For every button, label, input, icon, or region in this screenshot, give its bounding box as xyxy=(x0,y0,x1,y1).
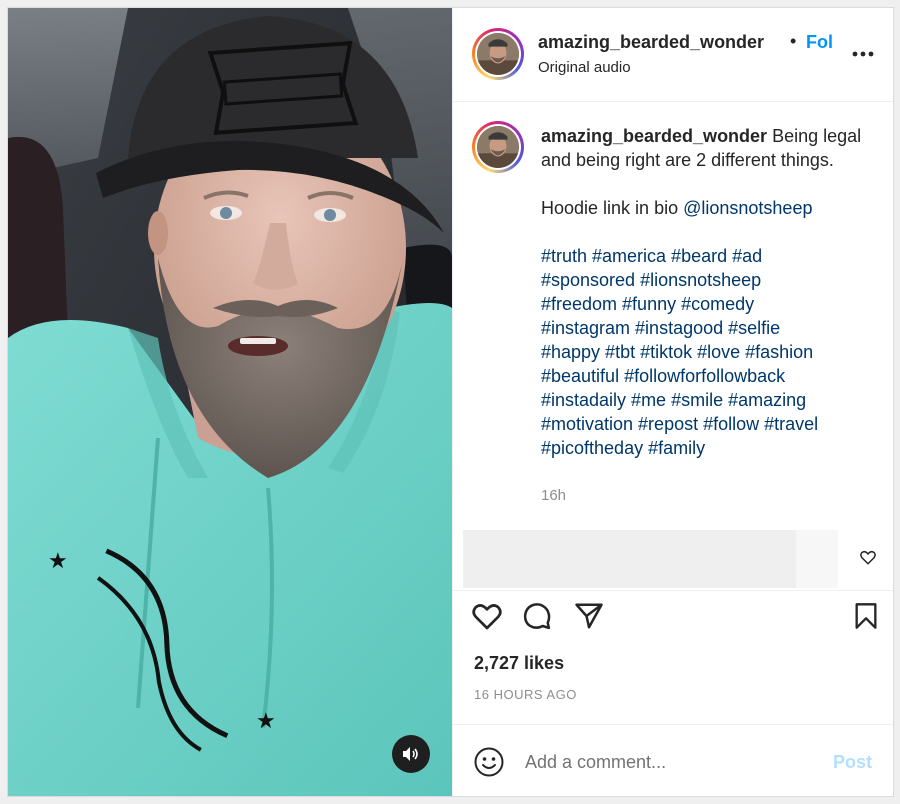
video-frame: ★ ★ xyxy=(8,8,452,796)
speaker-icon xyxy=(403,747,418,761)
hashtag-line[interactable]: #sponsored #lionsnotsheep xyxy=(541,268,881,292)
post-sidebar: amazing_bearded_wonder • Fol Original au… xyxy=(452,8,893,796)
hashtag-line[interactable]: #happy #tbt #tiktok #love #fashion xyxy=(541,340,881,364)
header-username[interactable]: amazing_bearded_wonder xyxy=(538,32,764,53)
avatar-image xyxy=(477,126,519,168)
post-caption: amazing_bearded_wonder Being legal and b… xyxy=(541,124,881,460)
caption-time[interactable]: 16h xyxy=(541,487,566,504)
hashtag-line[interactable]: #instagram #instagood #selfie xyxy=(541,316,881,340)
avatar[interactable] xyxy=(472,28,524,80)
add-comment-bar: Post xyxy=(453,724,893,796)
hashtag-line[interactable]: #beautiful #followforfollowback xyxy=(541,364,881,388)
hashtag-line[interactable]: #motivation #repost #follow #travel xyxy=(541,412,881,436)
comment-icon xyxy=(523,603,551,630)
hashtag-line[interactable]: #picoftheday #family xyxy=(541,436,881,460)
post-actions: 2,727 likes 16 HOURS AGO xyxy=(453,590,893,730)
comment-placeholder xyxy=(463,530,796,588)
follow-button[interactable]: Fol xyxy=(806,32,834,53)
post-header: amazing_bearded_wonder • Fol Original au… xyxy=(453,8,893,102)
mention-link[interactable]: @lionsnotsheep xyxy=(683,198,812,218)
caption-username[interactable]: amazing_bearded_wonder xyxy=(541,126,767,146)
like-button[interactable] xyxy=(470,599,504,633)
comment-button[interactable] xyxy=(520,599,554,633)
svg-text:★: ★ xyxy=(48,549,68,574)
hashtag-list: #truth #america #beard #ad #sponsored #li… xyxy=(541,244,881,460)
comment-like-icon[interactable] xyxy=(859,548,877,566)
avatar-image xyxy=(477,33,519,75)
heart-icon xyxy=(472,604,502,630)
comment-placeholder-edge xyxy=(796,530,838,588)
save-button[interactable] xyxy=(849,599,883,633)
post-video[interactable]: ★ ★ xyxy=(8,8,452,796)
caption-avatar[interactable] xyxy=(472,121,524,173)
caption-text-2: Hoodie link in bio xyxy=(541,198,679,218)
comment-input[interactable] xyxy=(525,747,825,777)
post-comment-button[interactable]: Post xyxy=(833,752,872,773)
comments-section: amazing_bearded_wonder Being legal and b… xyxy=(453,103,893,588)
more-options-button[interactable] xyxy=(847,44,879,64)
post-timestamp[interactable]: 16 HOURS AGO xyxy=(474,687,577,702)
share-button[interactable] xyxy=(572,599,606,633)
more-icon xyxy=(852,51,874,57)
svg-text:★: ★ xyxy=(256,709,276,734)
mute-toggle-button[interactable] xyxy=(392,735,430,773)
bookmark-icon xyxy=(855,603,877,629)
post-container: ★ ★ amazing_bearded_wonder • Fol Origina… xyxy=(7,7,894,797)
header-separator: • xyxy=(790,31,797,51)
emoji-icon[interactable] xyxy=(473,746,505,778)
share-icon xyxy=(575,603,603,629)
audio-link[interactable]: Original audio xyxy=(538,59,631,76)
hashtag-line[interactable]: #instadaily #me #smile #amazing xyxy=(541,388,881,412)
hashtag-line[interactable]: #truth #america #beard #ad xyxy=(541,244,881,268)
likes-count[interactable]: 2,727 likes xyxy=(474,653,564,674)
hashtag-line[interactable]: #freedom #funny #comedy xyxy=(541,292,881,316)
